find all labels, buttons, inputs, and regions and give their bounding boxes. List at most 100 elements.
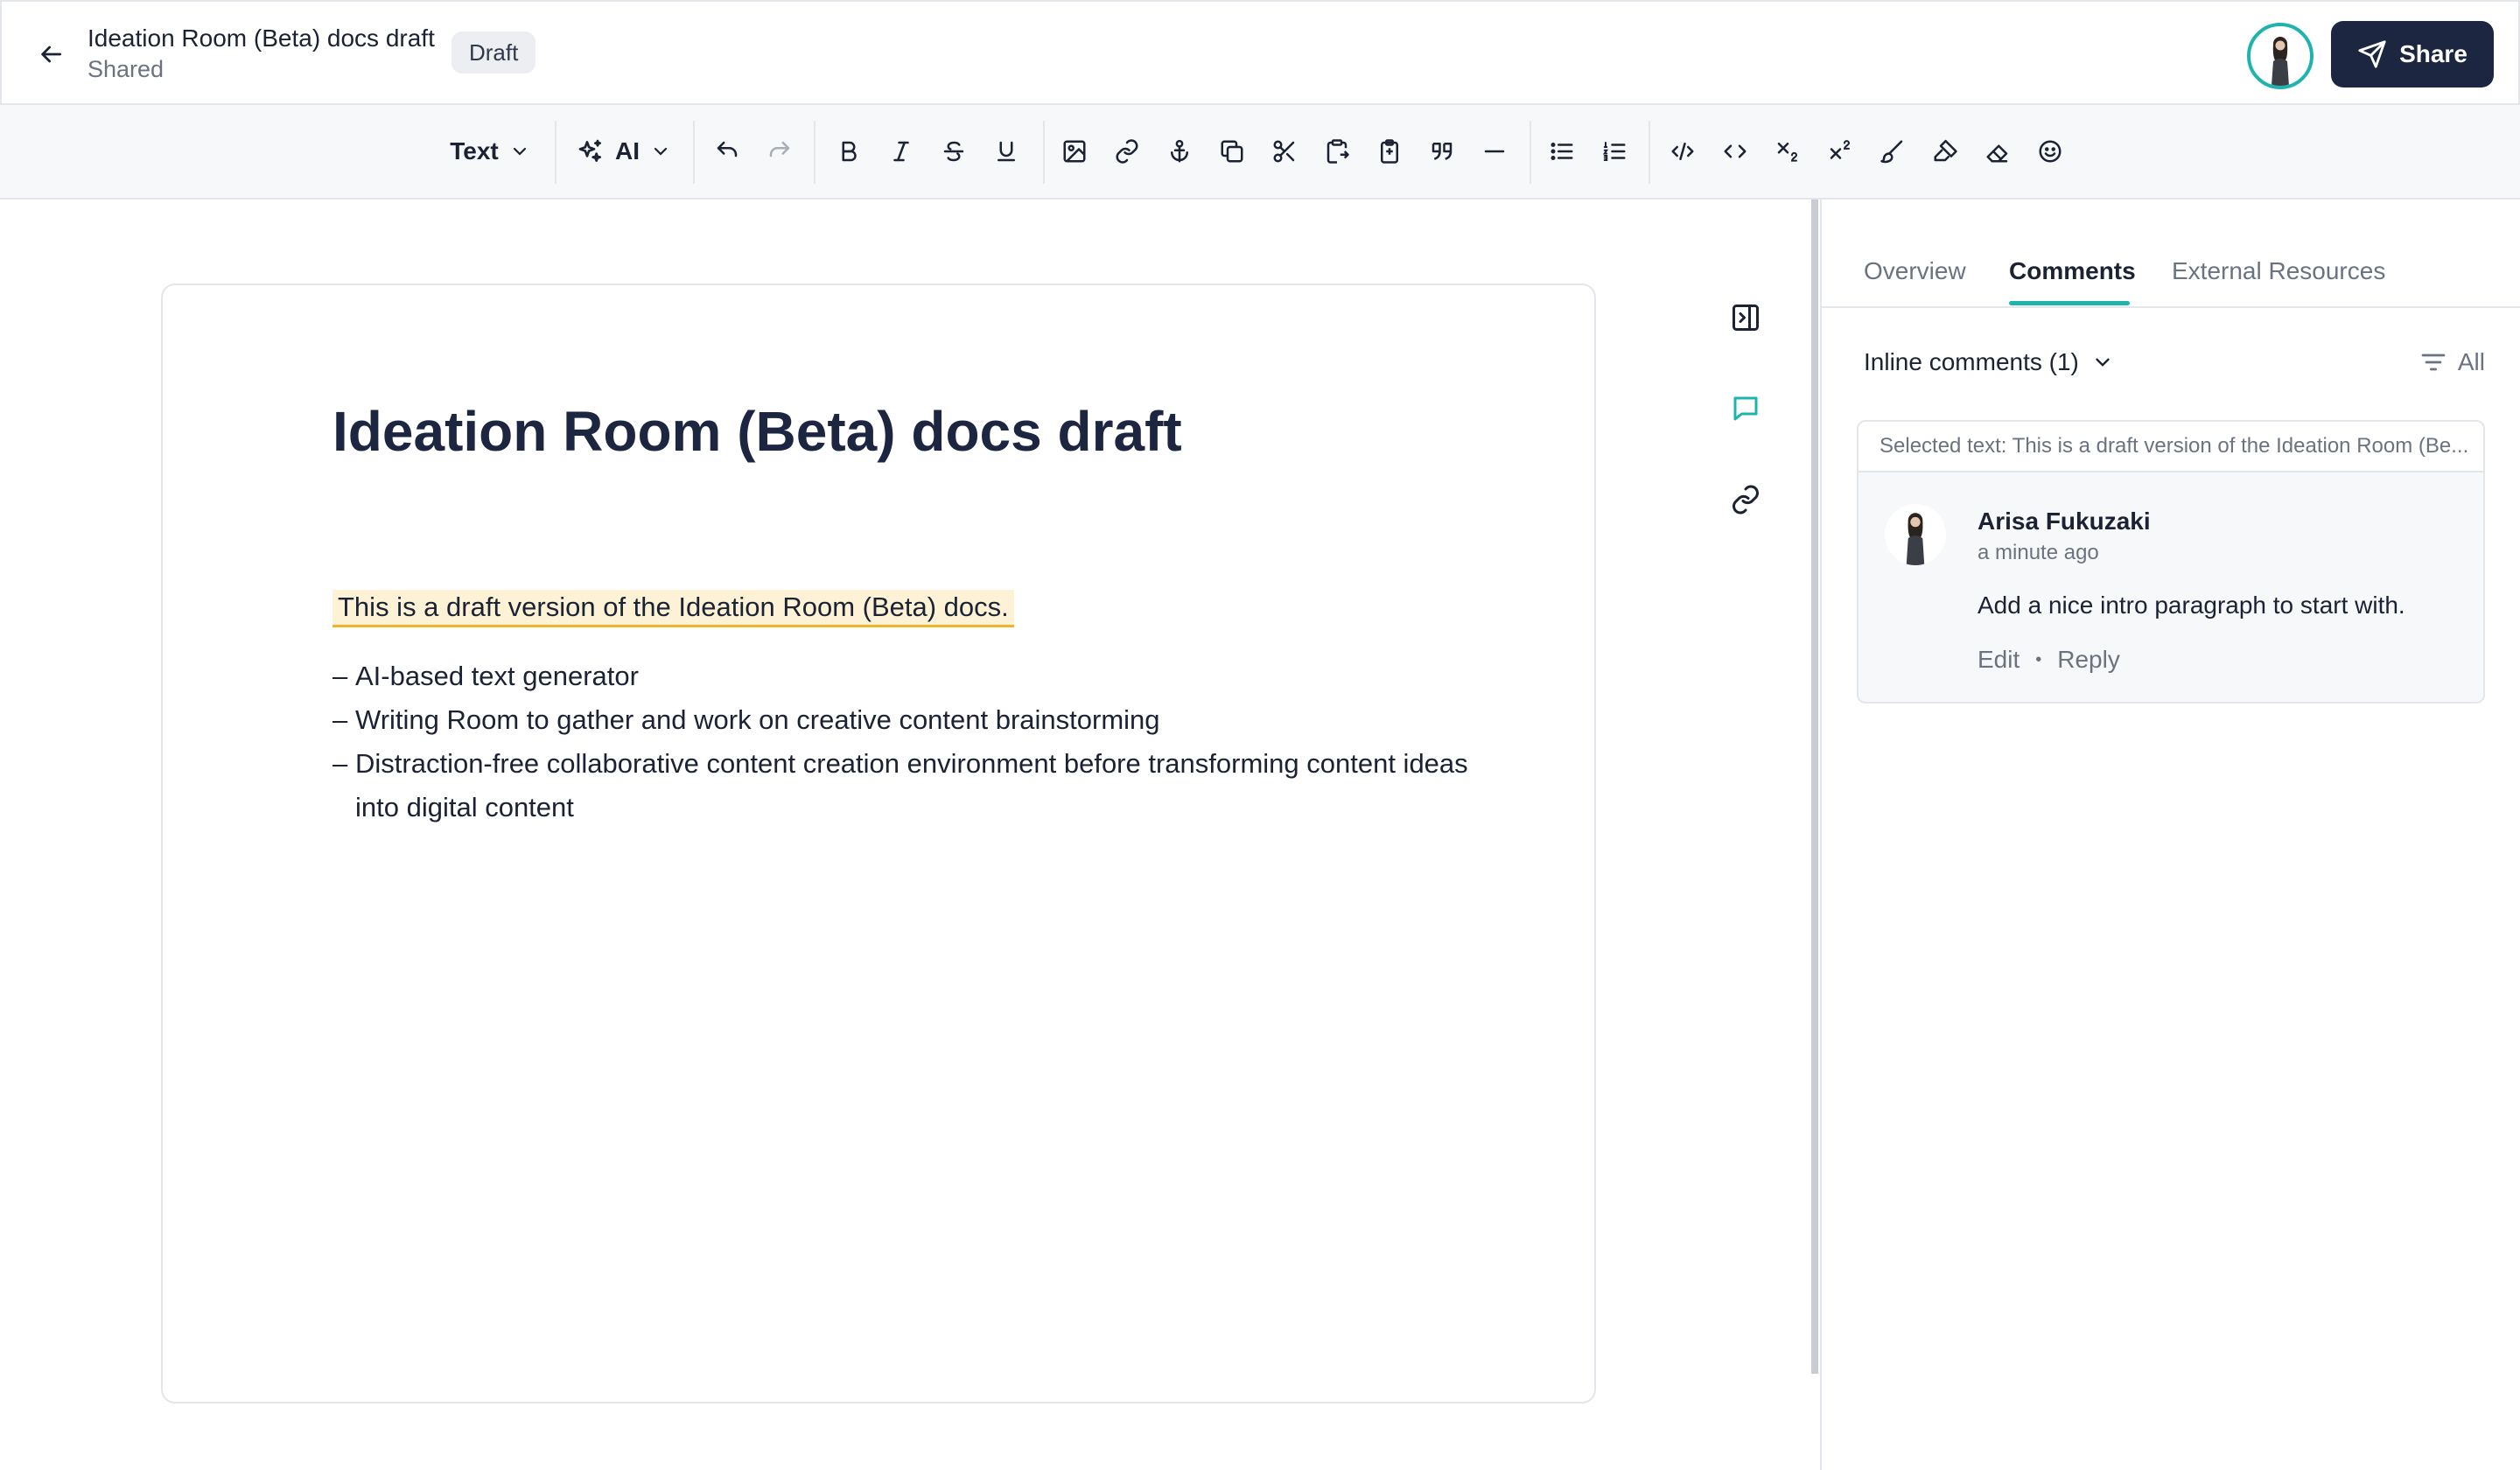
code-block-icon: [1671, 143, 1694, 160]
toolbar-divider: [1648, 121, 1650, 184]
toolbar-divider: [814, 121, 816, 184]
user-avatar[interactable]: [2247, 23, 2314, 89]
paste-button[interactable]: [1313, 126, 1361, 177]
list-item-text: Writing Room to gather and work on creat…: [355, 704, 1160, 735]
ai-label: AI: [615, 137, 640, 164]
comment-body: Add a nice intro paragraph to start with…: [1978, 592, 2405, 619]
comment-timestamp: a minute ago: [1978, 541, 2099, 564]
app-window: Ideation Room (Beta) docs draft Shared D…: [0, 0, 2520, 1470]
chevron-down-icon: [654, 147, 668, 156]
inline-code-button[interactable]: [1712, 126, 1759, 177]
list-item[interactable]: – Writing Room to gather and work on cre…: [332, 698, 1488, 742]
subscript-icon: [1777, 143, 1798, 162]
horizontal-rule-button[interactable]: [1471, 126, 1518, 177]
send-icon: [2358, 40, 2386, 68]
redo-button[interactable]: [756, 126, 803, 177]
avatar: [1885, 504, 1946, 565]
copy-button[interactable]: [1208, 126, 1256, 177]
panel-tabs: Overview Comments External Resources: [1822, 200, 2520, 308]
share-button[interactable]: Share: [2331, 21, 2494, 88]
paste-icon: [1326, 139, 1349, 164]
numbered-list-button[interactable]: [1591, 126, 1638, 177]
insert-anchor-button[interactable]: [1156, 126, 1203, 177]
list-item-text: AI-based text generator: [355, 661, 639, 691]
underline-button[interactable]: [983, 126, 1030, 177]
add-comment-button[interactable]: [1724, 387, 1768, 430]
selected-text-quote: Selected text: This is a draft version o…: [1858, 422, 2483, 472]
text-style-label: Text: [450, 137, 499, 164]
anchor-icon: [1171, 139, 1188, 163]
toggle-panel-button[interactable]: [1724, 296, 1768, 340]
comment-actions: Edit • Reply: [1978, 646, 2120, 674]
text-style-dropdown[interactable]: Text: [444, 126, 536, 177]
highlighter-button[interactable]: [1922, 126, 1969, 177]
bullet-list-icon: [1550, 143, 1573, 160]
list-item[interactable]: – AI-based text generator: [332, 654, 1488, 698]
tab-external-resources[interactable]: External Resources: [2172, 257, 2385, 285]
inline-code-icon: [1724, 144, 1746, 158]
arrow-left-icon: [41, 46, 61, 63]
superscript-button[interactable]: [1816, 126, 1864, 177]
ai-dropdown[interactable]: AI: [574, 126, 674, 177]
undo-icon: [717, 141, 738, 158]
clipboard-button[interactable]: [1366, 126, 1413, 177]
comment-card[interactable]: Selected text: This is a draft version o…: [1857, 420, 2485, 704]
italic-button[interactable]: [878, 126, 925, 177]
image-icon: [1063, 140, 1086, 163]
strikethrough-button[interactable]: [930, 126, 977, 177]
insert-link-button[interactable]: [1103, 126, 1151, 177]
chevron-down-icon: [513, 147, 526, 156]
undo-button[interactable]: [704, 126, 751, 177]
document-title[interactable]: Ideation Room (Beta) docs draft: [332, 399, 1182, 464]
italic-icon: [893, 141, 909, 162]
bullet-list-button[interactable]: [1538, 126, 1586, 177]
editor-area: Ideation Room (Beta) docs draft This is …: [0, 200, 1811, 1470]
quote-button[interactable]: [1418, 126, 1466, 177]
edit-comment-link[interactable]: Edit: [1978, 646, 2020, 674]
toolbar-divider: [693, 121, 695, 184]
sparkles-icon: [578, 139, 601, 162]
bold-button[interactable]: [825, 126, 872, 177]
reply-comment-link[interactable]: Reply: [2057, 646, 2120, 674]
resize-handle[interactable]: [1811, 200, 1818, 1374]
comment-author: Arisa Fukuzaki: [1978, 508, 2151, 535]
link-icon: [1732, 485, 1759, 514]
status-badge: Draft: [452, 32, 536, 74]
comments-panel: Overview Comments External Resources Inl…: [1822, 200, 2520, 1470]
cut-button[interactable]: [1261, 126, 1308, 177]
subscript-button[interactable]: [1764, 126, 1811, 177]
emoji-button[interactable]: [2026, 126, 2074, 177]
highlighted-paragraph[interactable]: This is a draft version of the Ideation …: [332, 590, 1014, 627]
person-avatar-icon: [1906, 513, 1925, 565]
share-label: Share: [2399, 40, 2468, 67]
comment-icon: [1733, 396, 1758, 421]
filter-label: All: [2457, 348, 2485, 375]
comment-filter[interactable]: All: [2419, 348, 2485, 376]
eraser-button[interactable]: [1974, 126, 2021, 177]
brush-icon: [1880, 140, 1903, 164]
toolbar-divider: [1530, 121, 1531, 184]
document-page[interactable]: Ideation Room (Beta) docs draft This is …: [161, 284, 1596, 1404]
code-block-button[interactable]: [1659, 126, 1706, 177]
top-header: Ideation Room (Beta) docs draft Shared D…: [0, 0, 2520, 105]
highlighter-icon: [1934, 139, 1957, 162]
cut-icon: [1273, 140, 1295, 163]
inline-comments-dropdown[interactable]: Inline comments (1): [1864, 348, 2114, 376]
tab-comments[interactable]: Comments: [2009, 257, 2136, 285]
bold-icon: [842, 141, 857, 162]
active-tab-indicator: [2009, 301, 2130, 305]
underline-icon: [998, 141, 1015, 162]
copy-link-button[interactable]: [1724, 478, 1768, 522]
toolbar-divider: [555, 121, 556, 184]
superscript-icon: [1830, 140, 1851, 159]
chevron-down-icon: [2096, 358, 2110, 367]
back-button[interactable]: [32, 35, 70, 74]
tab-overview[interactable]: Overview: [1864, 257, 1966, 285]
document-name: Ideation Room (Beta) docs draft: [88, 24, 435, 52]
person-avatar-icon: [2272, 37, 2289, 86]
brush-button[interactable]: [1869, 126, 1916, 177]
list-item[interactable]: – Distraction-free collaborative content…: [332, 742, 1488, 830]
strikethrough-icon: [943, 141, 964, 162]
insert-image-button[interactable]: [1051, 126, 1098, 177]
quote-icon: [1432, 143, 1452, 160]
